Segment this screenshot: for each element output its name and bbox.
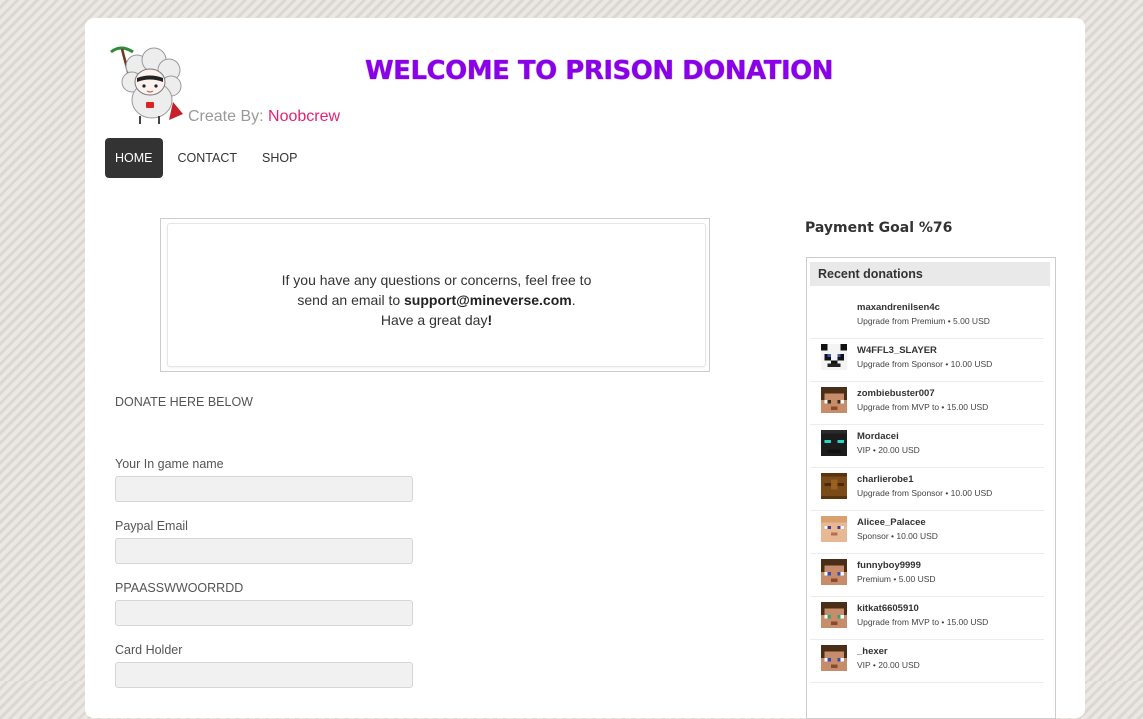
password-input[interactable] <box>115 600 413 626</box>
card-holder-input[interactable] <box>115 662 413 688</box>
site-title: WELCOME TO PRISON DONATION <box>365 56 833 86</box>
player-avatar-icon <box>821 344 847 370</box>
byline-prefix: Create By: <box>188 108 264 125</box>
donation-detail: Upgrade from Premium • 5.00 USD <box>857 316 990 326</box>
donor-name: Mordacei <box>857 431 899 442</box>
notice-inner-panel: If you have any questions or concerns, f… <box>167 223 706 367</box>
donation-row: zombiebuster007 Upgrade from MVP to • 15.… <box>810 382 1044 425</box>
notice-text: If you have any questions or concerns, f… <box>168 270 705 330</box>
author-name: Noobcrew <box>268 108 341 125</box>
notice-line-1: If you have any questions or concerns, f… <box>281 272 592 288</box>
donation-row: maxandrenilsen4c Upgrade from Premium • 5… <box>810 296 1044 339</box>
nav-home[interactable]: HOME <box>105 138 163 178</box>
notice-line-3-suffix: ! <box>487 312 493 328</box>
ign-label: Your In game name <box>115 457 224 471</box>
contact-notice: If you have any questions or concerns, f… <box>160 218 710 372</box>
notice-line-2-prefix: send an email to <box>297 292 401 308</box>
player-avatar-icon <box>821 645 847 671</box>
donation-row: funnyboy9999 Premium • 5.00 USD <box>810 554 1044 597</box>
byline: Create By: Noobcrew <box>188 108 340 126</box>
donor-name: W4FFL3_SLAYER <box>857 345 937 356</box>
donation-detail: Upgrade from Sponsor • 10.00 USD <box>857 359 993 369</box>
nav-shop[interactable]: SHOP <box>252 138 307 178</box>
recent-donations-header: Recent donations <box>810 262 1050 286</box>
donation-detail: Upgrade from MVP to • 15.00 USD <box>857 617 989 627</box>
ign-input[interactable] <box>115 476 413 502</box>
payment-goal-title: Payment Goal %76 <box>805 220 953 236</box>
player-avatar-icon <box>821 473 847 499</box>
main-nav: HOME CONTACT SHOP <box>105 138 312 178</box>
donation-row: _hexer VIP • 20.00 USD <box>810 640 1044 683</box>
player-avatar-icon <box>821 602 847 628</box>
donate-heading: DONATE HERE BELOW <box>115 395 253 409</box>
donation-row: Mordacei VIP • 20.00 USD <box>810 425 1044 468</box>
donor-name: _hexer <box>857 646 888 657</box>
donation-detail: Upgrade from MVP to • 15.00 USD <box>857 402 989 412</box>
donation-row: W4FFL3_SLAYER Upgrade from Sponsor • 10.0… <box>810 339 1044 382</box>
donor-name: Alicee_Palacee <box>857 517 926 528</box>
player-avatar-icon <box>821 516 847 542</box>
donor-name: kitkat6605910 <box>857 603 919 614</box>
donation-detail: VIP • 20.00 USD <box>857 445 920 455</box>
donation-row: kitkat6605910 Upgrade from MVP to • 15.00… <box>810 597 1044 640</box>
donor-name: funnyboy9999 <box>857 560 921 571</box>
donation-detail: VIP • 20.00 USD <box>857 660 920 670</box>
notice-line-2: send an email to support@mineverse.com. <box>168 290 705 310</box>
player-avatar-icon <box>821 559 847 585</box>
donation-detail: Upgrade from Sponsor • 10.00 USD <box>857 488 993 498</box>
donor-name: maxandrenilsen4c <box>857 302 940 313</box>
donation-row: Alicee_Palacee Sponsor • 10.00 USD <box>810 511 1044 554</box>
notice-line-3-prefix: Have a great day <box>380 312 488 328</box>
card-holder-label: Card Holder <box>115 643 183 657</box>
recent-donations-panel: Recent donations maxandrenilsen4c Upgrade… <box>806 257 1056 719</box>
player-avatar-icon <box>821 301 847 327</box>
paypal-email-input[interactable] <box>115 538 413 564</box>
notice-line-3: Have a great day! <box>168 310 705 330</box>
support-email-link[interactable]: support@mineverse.com <box>404 292 572 308</box>
sheep-miner-logo-icon <box>110 46 183 124</box>
donation-row: charlierobe1 Upgrade from Sponsor • 10.00… <box>810 468 1044 511</box>
page-card: WELCOME TO PRISON DONATION Create By: No… <box>85 18 1085 719</box>
paypal-email-label: Paypal Email <box>115 519 188 533</box>
notice-line-2-suffix: . <box>571 292 576 308</box>
password-label: PPAASSWWOORRDD <box>115 581 244 595</box>
donation-detail: Premium • 5.00 USD <box>857 574 936 584</box>
player-avatar-icon <box>821 387 847 413</box>
donor-name: zombiebuster007 <box>857 388 935 399</box>
donor-name: charlierobe1 <box>857 474 914 485</box>
nav-contact[interactable]: CONTACT <box>168 138 248 178</box>
player-avatar-icon <box>821 430 847 456</box>
donation-detail: Sponsor • 10.00 USD <box>857 531 938 541</box>
